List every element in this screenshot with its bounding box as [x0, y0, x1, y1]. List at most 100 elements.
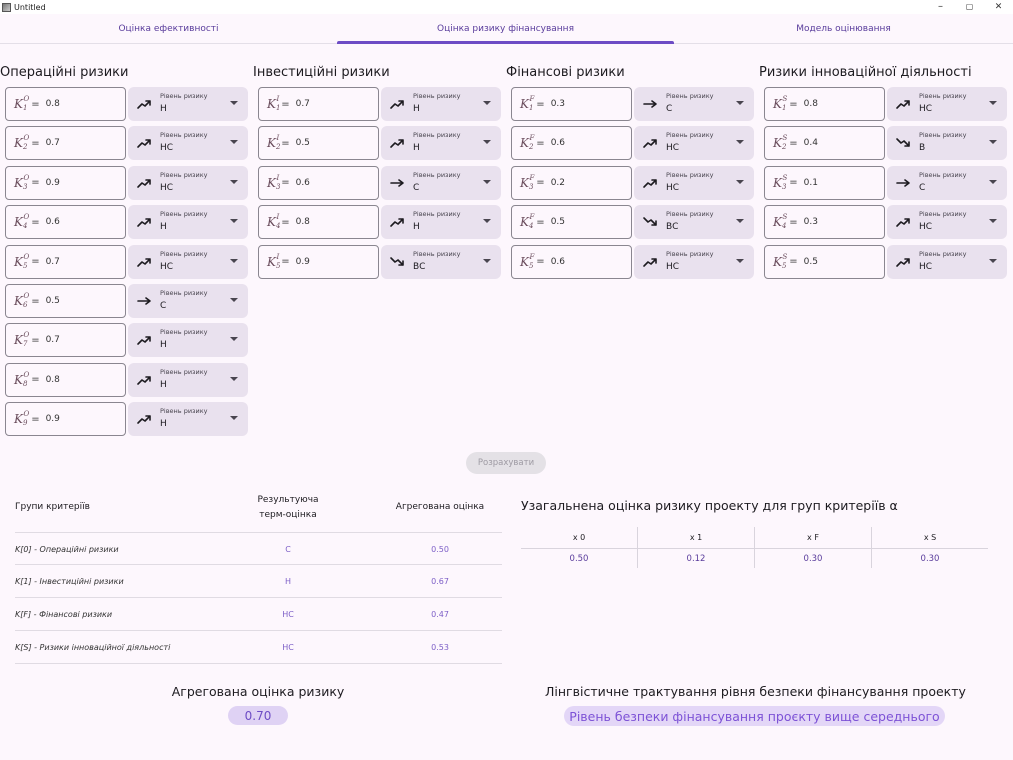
coefficient-input[interactable]: K 5 F = 0.6: [511, 244, 632, 279]
risk-level-select[interactable]: Рівень ризику НС: [887, 87, 1007, 121]
risk-level-select[interactable]: Рівень ризику НС: [128, 244, 248, 279]
coefficient-input[interactable]: K 1 S = 0.8: [764, 87, 885, 121]
coefficient-input[interactable]: K 5 O = 0.7: [5, 244, 126, 279]
tab-financing-risk[interactable]: Оцінка ризику фінансування: [337, 14, 674, 44]
risk-level-select[interactable]: Рівень ризику Н: [128, 87, 248, 121]
k-subscript: 2: [275, 143, 281, 152]
coefficient-value[interactable]: 0.5: [804, 257, 818, 267]
coefficient-value[interactable]: 0.5: [46, 296, 60, 306]
coefficient-value[interactable]: 0.7: [46, 138, 60, 148]
dropdown-caret-icon: [230, 337, 238, 342]
equals-sign: =: [789, 256, 798, 268]
coefficient-input[interactable]: K 5 S = 0.5: [764, 244, 885, 279]
coefficient-input[interactable]: K 4 I = 0.8: [258, 205, 379, 240]
coefficient-input[interactable]: K 2 F = 0.6: [511, 126, 632, 161]
coefficient-input[interactable]: K 2 I = 0.5: [258, 126, 379, 161]
maximize-button[interactable]: ▢: [955, 0, 984, 14]
coefficient-input[interactable]: K 9 O = 0.9: [5, 402, 126, 437]
risk-level-select[interactable]: Рівень ризику В: [887, 126, 1007, 161]
coefficient-value[interactable]: 0.7: [296, 99, 310, 109]
aggregate-title: Агрегована оцінка ризику: [171, 684, 345, 699]
risk-level-select[interactable]: Рівень ризику НС: [634, 165, 754, 200]
k-superscript: O: [23, 292, 30, 300]
coefficient-value[interactable]: 0.2: [551, 178, 565, 188]
selected-level: Н: [160, 104, 167, 114]
coefficient-value[interactable]: 0.8: [46, 375, 60, 385]
dropdown-caret-icon: [989, 219, 997, 224]
minimize-button[interactable]: –: [926, 0, 955, 14]
risk-level-select[interactable]: Рівень ризику НС: [887, 244, 1007, 279]
coefficient-input[interactable]: K 8 O = 0.8: [5, 362, 126, 397]
coefficient-value[interactable]: 0.8: [804, 99, 818, 109]
risk-level-select[interactable]: Рівень ризику Н: [128, 402, 248, 437]
coefficient-input[interactable]: K 4 S = 0.3: [764, 205, 885, 240]
risk-level-select[interactable]: Рівень ризику С: [381, 165, 501, 200]
risk-level-select[interactable]: Рівень ризику НС: [887, 205, 1007, 240]
equals-sign: =: [536, 137, 545, 149]
coefficient-value[interactable]: 0.5: [296, 138, 310, 148]
risk-level-select[interactable]: Рівень ризику Н: [381, 205, 501, 240]
calculate-button[interactable]: Розрахувати: [466, 452, 546, 474]
k-superscript: O: [23, 331, 30, 340]
alpha-col: x 1 0.12: [638, 527, 755, 568]
equals-sign: =: [281, 98, 290, 110]
tab-evaluation-model[interactable]: Модель оцінювання: [674, 14, 1013, 44]
coefficient-input[interactable]: K 6 O = 0.5: [5, 284, 126, 318]
coefficient-input[interactable]: K 1 F = 0.3: [511, 87, 632, 121]
risk-level-select[interactable]: Рівень ризику Н: [381, 87, 501, 121]
coefficient-value[interactable]: 0.9: [46, 414, 60, 424]
risk-level-select[interactable]: Рівень ризику Н: [128, 362, 248, 397]
coefficient-input[interactable]: K 3 I = 0.6: [258, 165, 379, 200]
coefficient-value[interactable]: 0.8: [46, 99, 60, 109]
risk-level-select[interactable]: Рівень ризику ВС: [634, 205, 754, 240]
selected-level: НС: [666, 182, 680, 193]
coefficient-value[interactable]: 0.3: [551, 99, 565, 109]
close-button[interactable]: ✕: [984, 0, 1013, 14]
aggregate-score: 0.53: [431, 643, 449, 652]
risk-level-select[interactable]: Рівень ризику НС: [634, 126, 754, 161]
coefficient-value[interactable]: 0.9: [46, 178, 60, 188]
tab-efficiency[interactable]: Оцінка ефективності: [0, 14, 337, 44]
coefficient-input[interactable]: K 3 O = 0.9: [5, 165, 126, 200]
coefficient-value[interactable]: 0.7: [46, 257, 60, 267]
alpha-header: x F: [755, 527, 871, 549]
risk-level-select[interactable]: Рівень ризику НС: [128, 126, 248, 161]
coefficient-value[interactable]: 0.6: [46, 217, 60, 227]
coefficient-value[interactable]: 0.6: [551, 138, 565, 148]
trending-up-icon: [137, 100, 151, 109]
risk-level-select[interactable]: Рівень ризику Н: [381, 126, 501, 161]
coefficient-value[interactable]: 0.1: [804, 178, 818, 188]
coefficient-input[interactable]: K 2 O = 0.7: [5, 126, 126, 161]
coefficient-input[interactable]: K 4 O = 0.6: [5, 205, 126, 240]
coefficient-value[interactable]: 0.6: [296, 178, 310, 188]
risk-level-select[interactable]: Рівень ризику НС: [634, 244, 754, 279]
risk-level-select[interactable]: Рівень ризику С: [634, 87, 754, 121]
trending-up-icon: [137, 257, 151, 267]
risk-level-select[interactable]: Рівень ризику НС: [128, 165, 248, 200]
coefficient-input[interactable]: K 3 S = 0.1: [764, 165, 885, 200]
coefficient-value[interactable]: 0.9: [296, 257, 310, 267]
coefficient-input[interactable]: K 3 F = 0.2: [511, 165, 632, 200]
coefficient-value[interactable]: 0.5: [551, 217, 565, 227]
k-subscript: 2: [22, 143, 28, 152]
coefficient-input[interactable]: K 2 S = 0.4: [764, 126, 885, 161]
risk-level-select[interactable]: Рівень ризику Н: [128, 323, 248, 358]
coefficient-value[interactable]: 0.7: [46, 335, 60, 345]
risk-level-select[interactable]: Рівень ризику С: [887, 165, 1007, 200]
k-subscript: 4: [22, 222, 28, 231]
coefficient-value[interactable]: 0.3: [804, 217, 818, 227]
coefficient-input[interactable]: K 1 I = 0.7: [258, 87, 379, 121]
coefficient-input[interactable]: K 7 O = 0.7: [5, 323, 126, 358]
risk-level-select[interactable]: Рівень ризику ВС: [381, 244, 501, 279]
coefficient-value[interactable]: 0.6: [551, 257, 565, 267]
coefficient-input[interactable]: K 1 O = 0.8: [5, 87, 126, 121]
coefficient-input[interactable]: K 5 I = 0.9: [258, 244, 379, 279]
equals-sign: =: [31, 177, 40, 189]
coefficient-value[interactable]: 0.8: [296, 217, 310, 227]
risk-level-select[interactable]: Рівень ризику Н: [128, 205, 248, 240]
risk-level-select[interactable]: Рівень ризику С: [128, 284, 248, 318]
k-symbol: K: [520, 97, 529, 111]
coefficient-input[interactable]: K 4 F = 0.5: [511, 205, 632, 240]
coefficient-value[interactable]: 0.4: [804, 138, 818, 148]
k-superscript: I: [276, 134, 280, 143]
